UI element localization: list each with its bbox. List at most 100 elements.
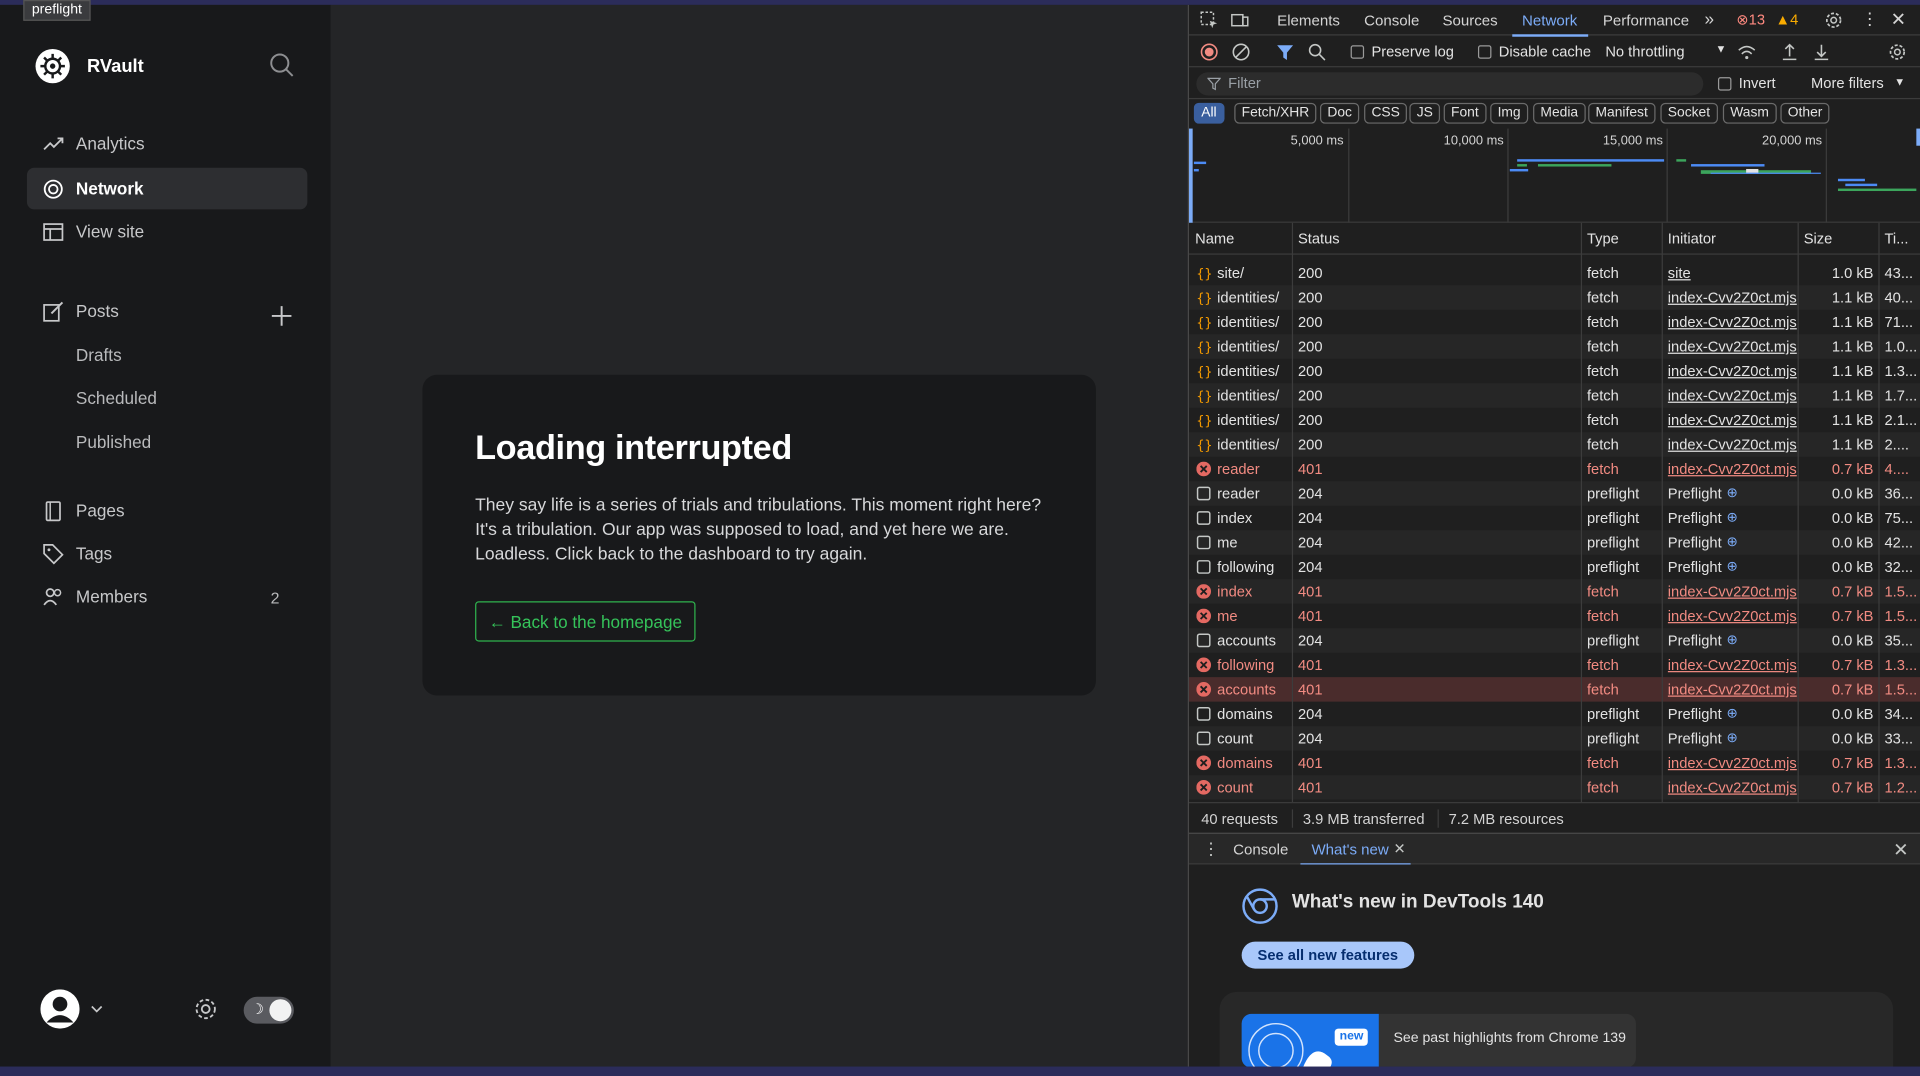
request-initiator[interactable]: site xyxy=(1668,264,1798,281)
nav-members[interactable]: Members xyxy=(27,576,307,618)
table-row[interactable]: me 204 preflight Preflight ⊕ 0.0 kB 42... xyxy=(1188,530,1920,555)
network-timeline-overview[interactable]: 5,000 ms 10,000 ms 15,000 ms 20,000 ms xyxy=(1188,128,1920,223)
table-row[interactable]: {} identities/200 fetch index-Cvv2Z0ct.mjs 1… xyxy=(1189,310,1920,334)
inspect-element-icon[interactable] xyxy=(1200,11,1218,29)
timeline-range-handle-left[interactable] xyxy=(1188,128,1193,223)
table-row[interactable]: {} identities/200 fetch index-Cvv2Z0ct.mjs 1… xyxy=(1188,334,1920,359)
request-initiator[interactable]: index-Cvv2Z0ct.mjs xyxy=(1668,583,1798,600)
table-row[interactable]: {} identities/200 fetch index-Cvv2Z0ct.mjs 1… xyxy=(1189,359,1920,383)
column-time[interactable]: Ti... xyxy=(1885,230,1909,247)
device-toolbar-icon[interactable] xyxy=(1231,11,1249,29)
preflight-link-icon[interactable]: ⊕ xyxy=(1727,558,1738,575)
type-filter-all[interactable]: All xyxy=(1193,102,1224,124)
more-tabs-icon[interactable]: » xyxy=(1705,9,1715,29)
request-initiator[interactable]: index-Cvv2Z0ct.mjs xyxy=(1668,289,1798,306)
type-filter-media[interactable]: Media xyxy=(1533,102,1586,124)
table-row[interactable]: following 401 fetch index-Cvv2Z0ct.mjs 0.7 k… xyxy=(1189,653,1920,677)
brand[interactable]: RVault xyxy=(35,48,144,84)
table-row[interactable]: index 204 preflight Preflight ⊕ 0.0 kB 75... xyxy=(1189,506,1920,530)
type-filter-other[interactable]: Other xyxy=(1780,102,1830,124)
type-filter-css[interactable]: CSS xyxy=(1364,102,1408,124)
nav-scheduled[interactable]: Scheduled xyxy=(76,388,157,408)
column-type[interactable]: Type xyxy=(1587,230,1619,247)
type-filter-socket[interactable]: Socket xyxy=(1660,102,1718,124)
request-initiator[interactable]: index-Cvv2Z0ct.mjs xyxy=(1668,779,1798,796)
table-row[interactable]: {} identities/200 fetch index-Cvv2Z0ct.mjs 1… xyxy=(1188,432,1920,457)
tab-performance[interactable]: Performance xyxy=(1603,12,1689,29)
table-row[interactable]: reader 204 preflight Preflight ⊕ 0.0 kB 36... xyxy=(1188,481,1920,506)
nav-network[interactable]: Network xyxy=(26,167,308,210)
tab-sources[interactable]: Sources xyxy=(1442,12,1497,29)
table-row[interactable]: reader 401 fetch index-Cvv2Z0ct.mjs 0.7 kB 4.… xyxy=(1189,457,1920,481)
nav-posts[interactable]: Posts xyxy=(27,290,307,332)
table-row[interactable]: {} identities/200 fetch index-Cvv2Z0ct.mjs 1… xyxy=(1188,285,1920,310)
invert-checkbox[interactable] xyxy=(1717,77,1732,91)
error-counter[interactable]: ⊗13 xyxy=(1736,11,1765,28)
theme-toggle[interactable]: ☽ xyxy=(243,996,294,1024)
devtools-settings-icon[interactable] xyxy=(1825,11,1843,29)
timeline-range-handle-right[interactable] xyxy=(1916,128,1920,146)
drawer-tab-whats-new[interactable]: What's new xyxy=(1311,841,1388,858)
column-initiator[interactable]: Initiator xyxy=(1668,230,1716,247)
network-settings-icon[interactable] xyxy=(1888,43,1906,61)
preflight-link-icon[interactable]: ⊕ xyxy=(1727,705,1738,722)
warning-counter[interactable]: ▲4 xyxy=(1776,11,1799,28)
type-filter-fetch-xhr[interactable]: Fetch/XHR xyxy=(1234,102,1317,124)
nav-tags[interactable]: Tags xyxy=(27,533,307,575)
see-all-features-button[interactable]: See all new features xyxy=(1241,941,1414,969)
request-initiator[interactable]: index-Cvv2Z0ct.mjs xyxy=(1668,656,1798,673)
request-initiator[interactable]: index-Cvv2Z0ct.mjs xyxy=(1668,681,1798,698)
add-post-icon[interactable] xyxy=(269,304,293,328)
type-filter-img[interactable]: Img xyxy=(1490,102,1528,124)
chevron-down-icon[interactable] xyxy=(89,1002,104,1017)
type-filter-wasm[interactable]: Wasm xyxy=(1722,102,1777,124)
preserve-log-checkbox[interactable] xyxy=(1350,45,1365,59)
disable-cache-checkbox[interactable] xyxy=(1477,45,1492,59)
tab-network[interactable]: Network xyxy=(1522,12,1577,29)
preflight-link-icon[interactable]: ⊕ xyxy=(1727,534,1738,550)
table-row[interactable]: count 401 fetch index-Cvv2Z0ct.mjs 0.7 kB 1.2… xyxy=(1188,775,1920,800)
table-row[interactable]: accounts 401 fetch index-Cvv2Z0ct.mjs 0.7 kB… xyxy=(1188,677,1920,702)
table-row[interactable]: {} identities/200 fetch index-Cvv2Z0ct.mjs 1… xyxy=(1189,408,1920,432)
request-initiator[interactable]: index-Cvv2Z0ct.mjs xyxy=(1668,436,1798,453)
clear-icon[interactable] xyxy=(1232,43,1250,61)
throttling-dropdown-icon[interactable]: ▼ xyxy=(1716,43,1727,55)
table-row[interactable]: following 204 preflight Preflight ⊕ 0.0 kB 32.… xyxy=(1189,555,1920,579)
table-row[interactable]: count 204 preflight Preflight ⊕ 0.0 kB 33... xyxy=(1188,726,1920,751)
nav-published[interactable]: Published xyxy=(76,432,151,452)
preflight-link-icon[interactable]: ⊕ xyxy=(1727,485,1738,501)
record-stop-icon[interactable] xyxy=(1200,43,1218,61)
table-row[interactable]: accounts 204 preflight Preflight ⊕ 0.0 kB 35..… xyxy=(1188,628,1920,653)
table-row[interactable]: {} identities/200 fetch index-Cvv2Z0ct.mjs 1… xyxy=(1188,383,1920,408)
nav-drafts[interactable]: Drafts xyxy=(76,345,122,365)
request-initiator[interactable]: index-Cvv2Z0ct.mjs xyxy=(1668,313,1798,330)
highlight-item[interactable]: new See past highlights from Chrome 139 xyxy=(1241,1013,1636,1068)
close-drawer-icon[interactable]: ✕ xyxy=(1893,839,1908,861)
more-filters-dropdown-icon[interactable]: ▼ xyxy=(1894,76,1905,88)
preflight-link-icon[interactable]: ⊕ xyxy=(1727,509,1738,526)
back-to-homepage-button[interactable]: ← Back to the homepage xyxy=(475,601,696,642)
network-conditions-icon[interactable] xyxy=(1738,43,1756,61)
request-initiator[interactable]: index-Cvv2Z0ct.mjs xyxy=(1668,754,1798,771)
close-devtools-icon[interactable]: ✕ xyxy=(1891,9,1906,31)
close-tab-icon[interactable]: ✕ xyxy=(1393,840,1405,857)
preflight-link-icon[interactable]: ⊕ xyxy=(1727,730,1738,746)
table-row[interactable]: me 401 fetch index-Cvv2Z0ct.mjs 0.7 kB 1.5... xyxy=(1189,604,1920,628)
search-icon[interactable] xyxy=(268,51,295,78)
more-filters-dropdown[interactable]: More filters xyxy=(1811,75,1884,92)
nav-pages[interactable]: Pages xyxy=(27,490,307,532)
request-initiator[interactable]: index-Cvv2Z0ct.mjs xyxy=(1668,411,1798,428)
nav-analytics[interactable]: Analytics xyxy=(27,122,307,164)
avatar[interactable] xyxy=(40,989,80,1029)
filter-funnel-icon[interactable] xyxy=(1276,43,1294,61)
request-initiator[interactable]: index-Cvv2Z0ct.mjs xyxy=(1668,460,1798,477)
type-filter-font[interactable]: Font xyxy=(1443,102,1487,124)
column-name[interactable]: Name xyxy=(1195,230,1234,247)
tab-elements[interactable]: Elements xyxy=(1277,12,1340,29)
filter-input[interactable]: Filter xyxy=(1196,72,1704,96)
export-har-icon[interactable] xyxy=(1812,43,1830,61)
request-initiator[interactable]: index-Cvv2Z0ct.mjs xyxy=(1668,362,1798,379)
tab-console[interactable]: Console xyxy=(1364,12,1419,29)
preflight-link-icon[interactable]: ⊕ xyxy=(1727,632,1738,648)
table-row[interactable]: domains 204 preflight Preflight ⊕ 0.0 kB 34... xyxy=(1189,702,1920,726)
